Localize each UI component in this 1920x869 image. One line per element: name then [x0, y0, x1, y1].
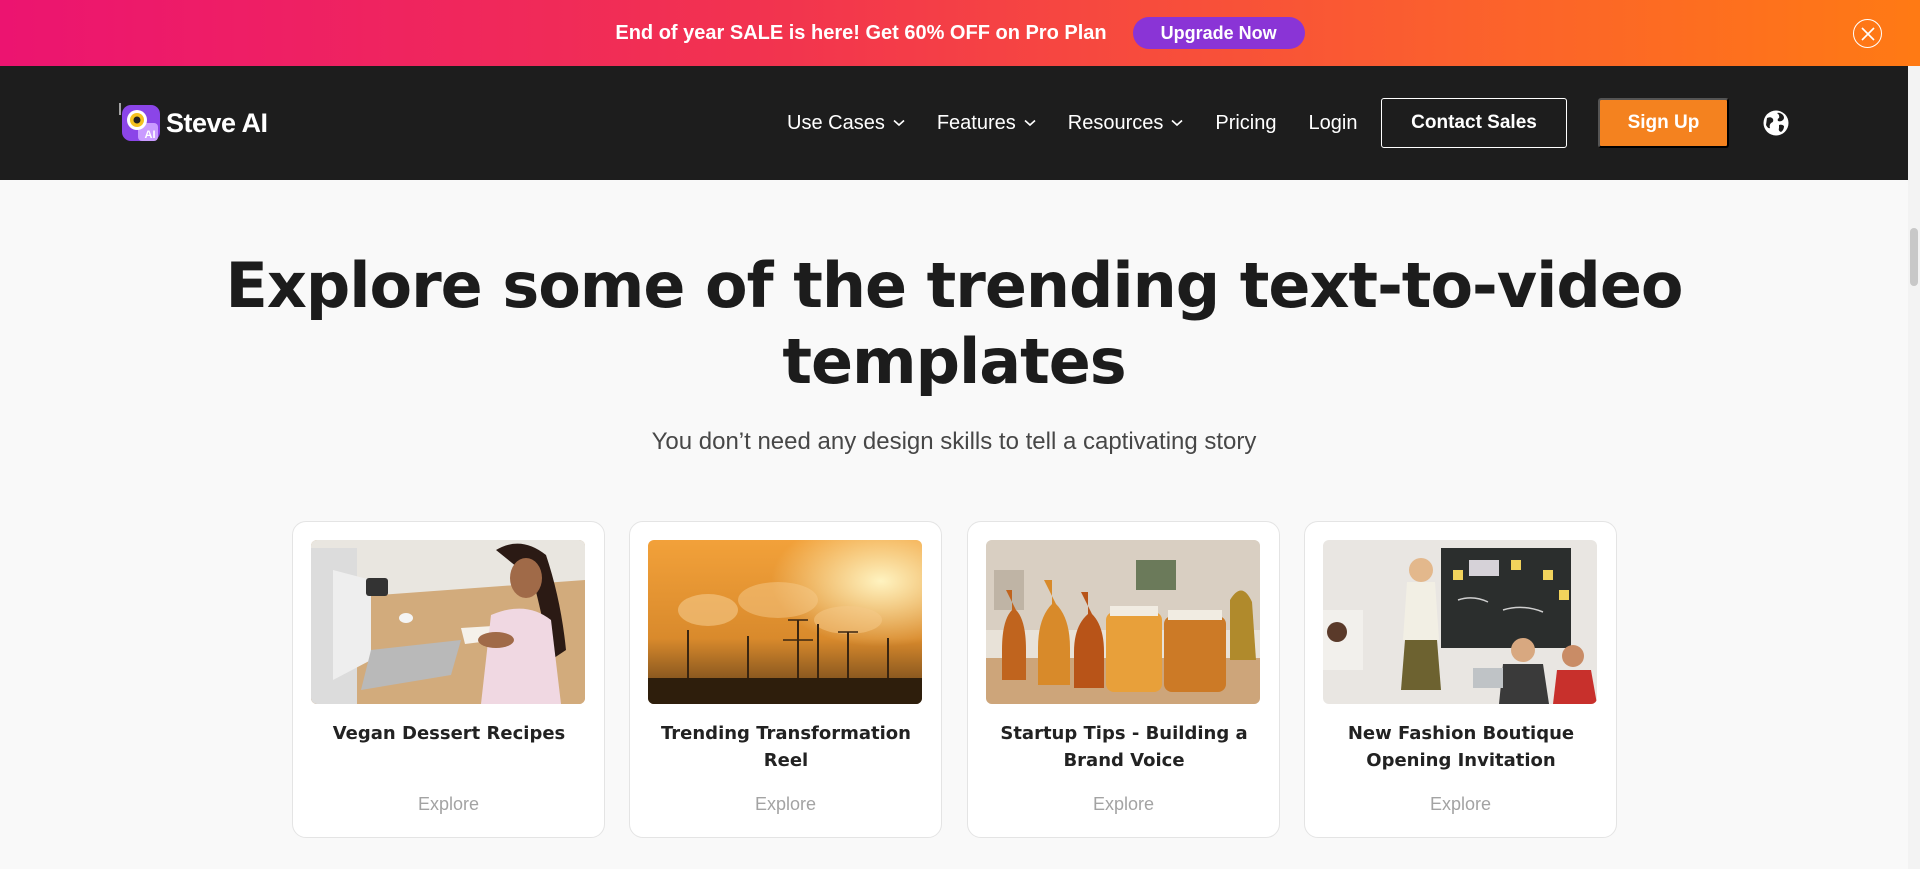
close-icon	[1860, 26, 1875, 41]
template-title: Trending Transformation Reel	[660, 723, 911, 771]
template-thumbnail	[1323, 540, 1597, 704]
page-subtitle: You don’t need any design skills to tell…	[651, 428, 1257, 455]
chevron-down-icon	[1024, 119, 1036, 127]
template-title: Startup Tips - Building a Brand Voice	[1000, 723, 1248, 771]
nav-menu: Use Cases Features Resources Pricing Log…	[787, 66, 1389, 180]
template-card[interactable]: New Fashion Boutique Opening Invitation …	[1304, 521, 1617, 838]
scrollbar-thumb[interactable]	[1910, 228, 1918, 286]
chevron-down-icon	[1171, 119, 1183, 127]
template-title: New Fashion Boutique Opening Invitation	[1347, 723, 1575, 771]
template-thumbnail	[648, 540, 922, 704]
template-card[interactable]: Vegan Dessert Recipes Explore	[292, 521, 605, 838]
nav-resources[interactable]: Resources	[1068, 112, 1184, 135]
brand-name: Steve AI	[166, 107, 268, 138]
nav-pricing[interactable]: Pricing	[1215, 112, 1276, 135]
upgrade-now-button[interactable]: Upgrade Now	[1132, 17, 1305, 49]
page-title-line-2: templates	[782, 325, 1126, 398]
explore-link[interactable]: Explore	[293, 794, 604, 815]
contact-sales-button[interactable]: Contact Sales	[1381, 98, 1567, 148]
steve-ai-logo-icon: AI	[118, 101, 162, 145]
globe-icon	[1763, 110, 1789, 136]
promo-text: End of year SALE is here! Get 60% OFF on…	[615, 21, 1107, 44]
template-card[interactable]: Startup Tips - Building a Brand Voice Ex…	[967, 521, 1280, 838]
promo-banner: End of year SALE is here! Get 60% OFF on…	[0, 0, 1920, 66]
page-title-line-1: Explore some of the trending text-to-vid…	[225, 249, 1684, 322]
explore-link[interactable]: Explore	[1305, 794, 1616, 815]
template-card[interactable]: Trending Transformation Reel Explore	[629, 521, 942, 838]
brand-logo[interactable]: AI Steve AI	[118, 101, 268, 145]
sign-up-button[interactable]: Sign Up	[1598, 98, 1729, 148]
page-scrollbar[interactable]	[1908, 66, 1920, 869]
nav-features-label: Features	[936, 111, 1016, 134]
nav-use-cases[interactable]: Use Cases	[787, 112, 905, 135]
page-title: Explore some of the trending text-to-vid…	[0, 248, 1908, 400]
template-thumbnail	[311, 540, 585, 704]
language-selector[interactable]	[1762, 109, 1790, 137]
nav-resources-label: Resources	[1067, 111, 1164, 134]
template-thumbnail	[986, 540, 1260, 704]
template-title: Vegan Dessert Recipes	[332, 723, 566, 744]
nav-features[interactable]: Features	[937, 112, 1036, 135]
navbar: AI Steve AI Use Cases Features Resources…	[0, 66, 1908, 180]
explore-link[interactable]: Explore	[968, 794, 1279, 815]
explore-link[interactable]: Explore	[630, 794, 941, 815]
nav-login[interactable]: Login	[1309, 112, 1358, 135]
nav-use-cases-label: Use Cases	[787, 111, 885, 134]
chevron-down-icon	[893, 119, 905, 127]
svg-text:AI: AI	[145, 129, 156, 141]
close-banner-button[interactable]	[1853, 19, 1882, 48]
